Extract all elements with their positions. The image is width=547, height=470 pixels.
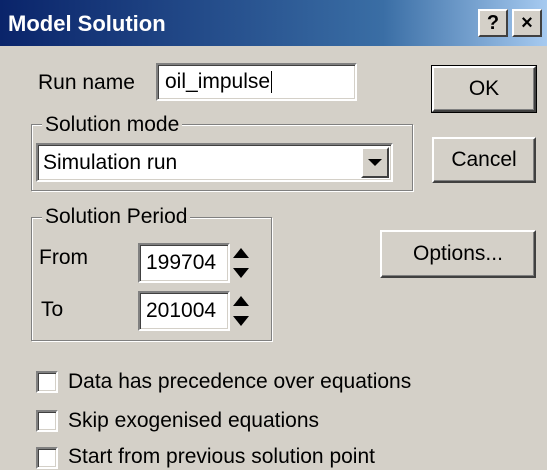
- skip-exogenised-checkbox[interactable]: [36, 410, 58, 432]
- start-previous-label[interactable]: Start from previous solution point: [68, 445, 375, 469]
- to-label: To: [41, 298, 64, 321]
- start-previous-checkbox[interactable]: [36, 447, 58, 469]
- solution-period-group-label: Solution Period: [42, 205, 191, 229]
- run-name-value: oil_impulse: [165, 70, 271, 93]
- help-icon: ?: [486, 12, 500, 34]
- ok-button-label: OK: [468, 77, 500, 100]
- triangle-up-icon: [233, 296, 249, 306]
- data-precedence-checkbox[interactable]: [36, 371, 58, 393]
- from-spin-up-button[interactable]: [231, 243, 251, 263]
- skip-exogenised-label[interactable]: Skip exogenised equations: [68, 409, 319, 433]
- chevron-down-icon: [368, 158, 382, 166]
- solution-mode-selected: Simulation run: [43, 150, 178, 174]
- solution-mode-select[interactable]: Simulation run: [36, 143, 393, 182]
- from-period-value: 199704: [146, 251, 217, 274]
- run-name-input[interactable]: oil_impulse: [156, 63, 357, 101]
- title-bar[interactable]: Model Solution ? ×: [0, 0, 547, 46]
- from-period-spinner: [231, 243, 251, 283]
- solution-mode-dropdown-button[interactable]: [361, 147, 389, 178]
- run-name-label: Run name: [38, 71, 135, 94]
- to-period-value: 201004: [146, 299, 217, 322]
- text-caret: [271, 71, 273, 94]
- triangle-up-icon: [233, 248, 249, 258]
- model-solution-dialog: Model Solution ? × Run name oil_impulse …: [0, 0, 547, 470]
- from-spin-down-button[interactable]: [231, 263, 251, 283]
- cancel-button-label: Cancel: [451, 148, 517, 171]
- ok-button[interactable]: OK: [431, 65, 537, 113]
- cancel-button[interactable]: Cancel: [432, 137, 536, 183]
- to-period-input[interactable]: 201004: [138, 291, 230, 331]
- from-period-input[interactable]: 199704: [138, 243, 230, 283]
- triangle-down-icon: [233, 316, 249, 326]
- triangle-down-icon: [233, 268, 249, 278]
- run-name-value-wrap: oil_impulse: [165, 70, 273, 94]
- from-label: From: [39, 246, 88, 269]
- options-button-label: Options...: [413, 242, 503, 265]
- data-precedence-label[interactable]: Data has precedence over equations: [68, 370, 411, 394]
- solution-mode-group-label: Solution mode: [42, 113, 183, 137]
- to-spin-down-button[interactable]: [231, 311, 251, 331]
- to-spin-up-button[interactable]: [231, 291, 251, 311]
- options-button[interactable]: Options...: [380, 230, 536, 278]
- close-icon: ×: [521, 12, 533, 34]
- close-button[interactable]: ×: [512, 9, 542, 37]
- to-period-spinner: [231, 291, 251, 331]
- window-title: Model Solution: [8, 11, 166, 36]
- help-button[interactable]: ?: [478, 9, 508, 37]
